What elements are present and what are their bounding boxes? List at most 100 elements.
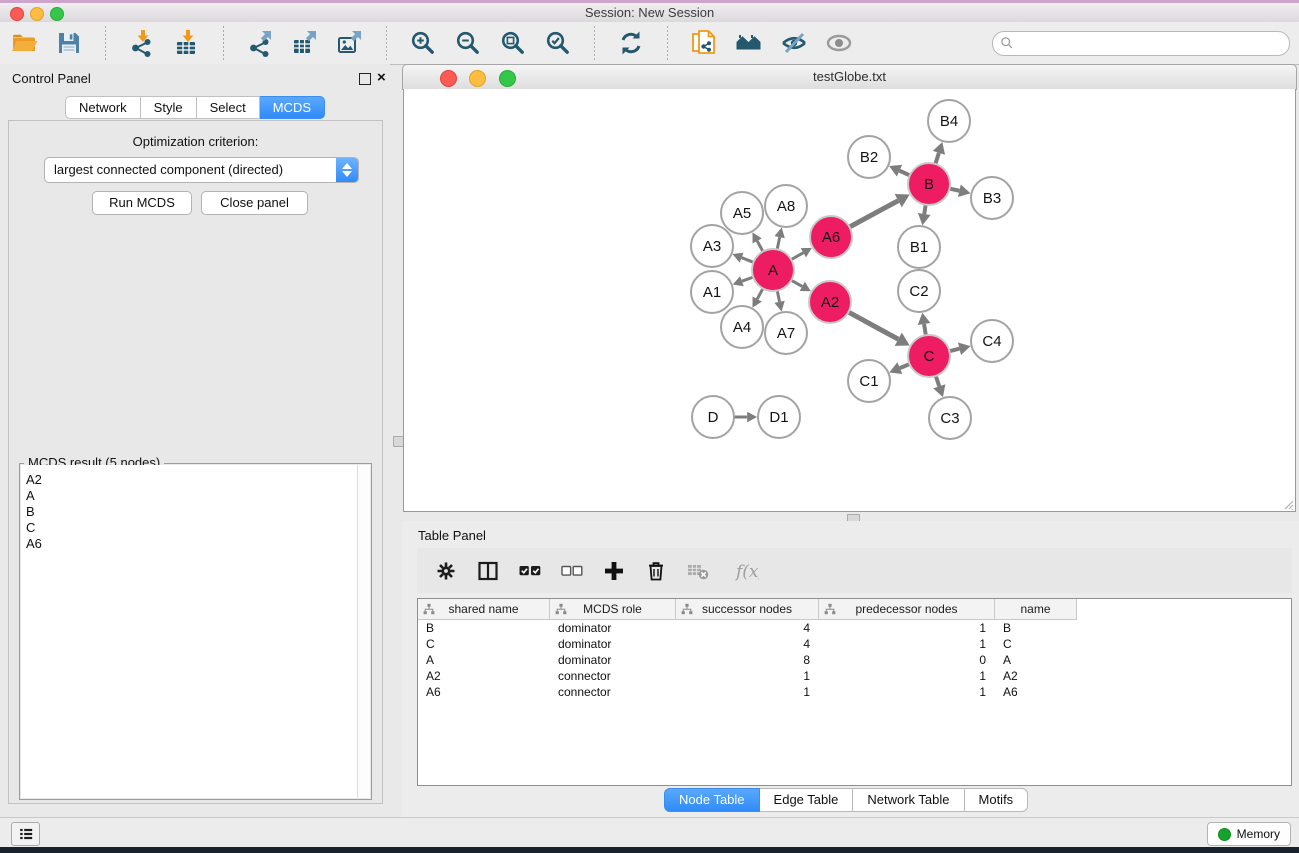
delete-column-icon[interactable]	[643, 558, 669, 584]
close-panel-icon[interactable]: ×	[377, 71, 386, 85]
table-cell: 1	[819, 636, 995, 652]
table-row[interactable]: Bdominator41B	[418, 620, 1291, 636]
tab-network-table[interactable]: Network Table	[853, 788, 964, 812]
graph-edge-C-C3[interactable]	[936, 376, 940, 386]
graph-node-B2[interactable]: B2	[848, 136, 890, 178]
graph-edge-A2-C[interactable]	[848, 312, 898, 339]
tab-mcds[interactable]: MCDS	[260, 96, 325, 119]
graph-node-A6[interactable]: A6	[810, 216, 852, 258]
table-cell: A	[418, 652, 550, 668]
network-canvas[interactable]: A A1 A2 A3 A4 A5 A6 A7 A8 B B1 B2 B3B4 C C1 C2 C3C4 D D1	[403, 89, 1296, 512]
svg-text:A: A	[768, 262, 778, 279]
graph-node-B4[interactable]: B4	[928, 100, 970, 142]
graph-edge-A6-B[interactable]	[849, 201, 898, 227]
graph-node-A4[interactable]: A4	[721, 306, 763, 348]
graph-edge-C-C1[interactable]	[900, 364, 910, 368]
search-field[interactable]	[992, 31, 1290, 56]
graph-node-C1[interactable]: C1	[848, 360, 890, 402]
graph-edge-B-B2[interactable]	[899, 171, 909, 176]
graph-edge-A-A7[interactable]	[777, 291, 779, 302]
result-scrollbar[interactable]	[357, 465, 370, 798]
graph-node-A3[interactable]: A3	[691, 225, 733, 267]
split-columns-icon[interactable]	[475, 558, 501, 584]
column-header-shared-name[interactable]: shared name	[418, 599, 550, 620]
open-file-icon[interactable]	[8, 27, 40, 59]
tab-motifs[interactable]: Motifs	[965, 788, 1029, 812]
tab-node-table[interactable]: Node Table	[664, 788, 760, 812]
task-history-button[interactable]	[11, 822, 40, 846]
graph-edge-A-A8[interactable]	[777, 237, 779, 249]
table-row[interactable]: A6connector11A6	[418, 684, 1291, 700]
result-list-item[interactable]: B	[26, 504, 353, 520]
graph-node-B3[interactable]: B3	[971, 177, 1013, 219]
resize-grip-icon[interactable]	[1282, 498, 1294, 510]
graph-edge-A-A2[interactable]	[791, 280, 802, 286]
graph-edge-B-B1[interactable]	[924, 205, 925, 214]
graph-node-B[interactable]: B	[908, 163, 950, 205]
graph-node-A2[interactable]: A2	[809, 281, 851, 323]
graph-edge-A-A6[interactable]	[791, 253, 803, 260]
graph-edge-B-B4[interactable]	[935, 153, 939, 164]
result-list-item[interactable]: A6	[26, 536, 353, 552]
result-list-item[interactable]: A	[26, 488, 353, 504]
memory-button[interactable]: Memory	[1207, 822, 1291, 846]
graph-edge-A-A3[interactable]	[742, 258, 754, 263]
table-row[interactable]: Cdominator41C	[418, 636, 1291, 652]
deselect-all-icon[interactable]	[559, 558, 585, 584]
table-row[interactable]: Adominator80A	[418, 652, 1291, 668]
search-input[interactable]	[1019, 33, 1283, 54]
graph-node-A7[interactable]: A7	[765, 312, 807, 354]
graph-edge-A-A1[interactable]	[742, 277, 753, 281]
import-network-icon[interactable]	[126, 27, 158, 59]
column-header-predecessor-nodes[interactable]: predecessor nodes	[819, 599, 995, 620]
import-table-icon[interactable]	[171, 27, 203, 59]
graph-node-A8[interactable]: A8	[765, 185, 807, 227]
show-graphics-details-icon[interactable]	[823, 27, 855, 59]
tab-edge-table[interactable]: Edge Table	[760, 788, 854, 812]
column-header-name[interactable]: name	[995, 599, 1077, 620]
table-row[interactable]: A2connector11A2	[418, 668, 1291, 684]
new-network-from-selection-icon[interactable]	[688, 27, 720, 59]
graph-edge-C-C2[interactable]	[924, 324, 926, 335]
graph-node-D1[interactable]: D1	[758, 396, 800, 438]
graph-edge-A-A4[interactable]	[757, 288, 763, 299]
zoom-in-icon[interactable]	[407, 27, 439, 59]
graph-node-C2[interactable]: C2	[898, 270, 940, 312]
save-session-icon[interactable]	[53, 27, 85, 59]
column-header-mcds-role[interactable]: MCDS role	[550, 599, 676, 620]
graph-node-C4[interactable]: C4	[971, 320, 1013, 362]
add-column-icon[interactable]	[601, 558, 627, 584]
home-icon[interactable]	[733, 27, 765, 59]
graph-node-B1[interactable]: B1	[898, 226, 940, 268]
result-list-item[interactable]: A2	[26, 472, 353, 488]
run-mcds-button[interactable]: Run MCDS	[92, 191, 192, 215]
export-network-icon[interactable]	[244, 27, 276, 59]
network-window-titlebar[interactable]: testGlobe.txt	[402, 64, 1297, 90]
float-panel-icon[interactable]	[359, 73, 371, 85]
graph-edge-C-C4[interactable]	[949, 349, 959, 351]
column-header-successor-nodes[interactable]: successor nodes	[676, 599, 819, 620]
graph-node-A5[interactable]: A5	[721, 192, 763, 234]
zoom-out-icon[interactable]	[452, 27, 484, 59]
graph-node-A1[interactable]: A1	[691, 271, 733, 313]
graph-edge-B-B3[interactable]	[949, 189, 959, 191]
tab-network[interactable]: Network	[65, 96, 141, 119]
tab-select[interactable]: Select	[197, 96, 260, 119]
settings-icon[interactable]	[433, 558, 459, 584]
criterion-dropdown[interactable]: largest connected component (directed)	[44, 157, 359, 183]
graph-node-D[interactable]: D	[692, 396, 734, 438]
zoom-fit-icon[interactable]	[497, 27, 529, 59]
hide-graphics-details-icon[interactable]	[778, 27, 810, 59]
export-table-icon[interactable]	[289, 27, 321, 59]
export-image-icon[interactable]	[334, 27, 366, 59]
close-panel-button[interactable]: Close panel	[201, 191, 308, 215]
tab-style[interactable]: Style	[141, 96, 197, 119]
select-all-icon[interactable]	[517, 558, 543, 584]
result-list-item[interactable]: C	[26, 520, 353, 536]
graph-node-C[interactable]: C	[908, 335, 950, 377]
zoom-selected-icon[interactable]	[542, 27, 574, 59]
graph-node-C3[interactable]: C3	[929, 397, 971, 439]
refresh-network-icon[interactable]	[615, 27, 647, 59]
graph-edge-A-A5[interactable]	[757, 241, 763, 252]
graph-node-A[interactable]: A	[752, 249, 794, 291]
